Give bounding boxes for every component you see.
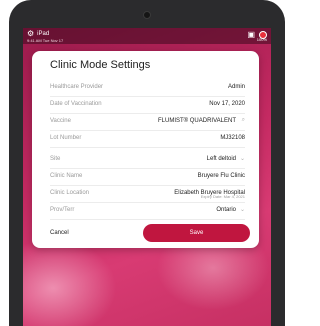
status-time: 9:41 AM Tue Nov 17 — [27, 38, 64, 43]
camera-icon[interactable]: ▣ — [247, 31, 255, 39]
row-vaccine[interactable]: Vaccine FLUMIST® QUADRIVALENT ⌕ — [50, 113, 245, 131]
search-icon[interactable]: ⌕ — [242, 117, 245, 124]
row-clinic-name[interactable]: Clinic Name Bruyere Flu Clinic — [50, 168, 245, 186]
row-value: MJ32108 — [220, 135, 245, 141]
row-value: Admin — [227, 84, 245, 90]
save-button[interactable]: Save — [143, 224, 250, 242]
gear-icon: ⚙ — [27, 29, 35, 38]
status-bar: ⚙ iPad 9:41 AM Tue Nov 17 ▣ 100% — [23, 28, 271, 44]
row-value: Ontario — [216, 207, 236, 213]
row-value: Elizabeth Bruyere Hospital — [174, 190, 245, 196]
row-site[interactable]: Site Left deltoid ⌄ — [50, 151, 245, 169]
front-camera — [143, 11, 151, 19]
row-label: Site — [50, 156, 61, 162]
row-label: Clinic Name — [50, 173, 83, 179]
row-lot-number[interactable]: Lot Number MJ32108 — [50, 130, 245, 147]
battery-status: 100% — [256, 37, 267, 42]
row-value: FLUMIST® QUADRIVALENT — [158, 118, 236, 124]
divider — [50, 147, 245, 148]
row-label: Healthcare Provider — [50, 84, 104, 90]
app-name: iPad — [37, 31, 50, 37]
row-label: Lot Number — [50, 135, 82, 141]
row-date-of-vaccination[interactable]: Date of Vaccination Nov 17, 2020 — [50, 96, 245, 114]
modal-title: Clinic Mode Settings — [50, 59, 151, 71]
row-label: Clinic Location — [50, 190, 90, 196]
row-clinic-location[interactable]: Clinic Location Elizabeth Bruyere Hospit… — [50, 185, 245, 203]
row-prov-terr[interactable]: Prov/Terr Ontario ⌄ — [50, 202, 245, 220]
row-label: Date of Vaccination — [50, 101, 102, 107]
row-value: Left deltoid — [206, 156, 236, 162]
row-value: Bruyere Flu Clinic — [197, 173, 245, 179]
row-value: Nov 17, 2020 — [209, 101, 245, 107]
chevron-down-icon[interactable]: ⌄ — [240, 206, 245, 213]
clinic-settings-modal: Clinic Mode Settings Healthcare Provider… — [32, 51, 259, 248]
cancel-button[interactable]: Cancel — [50, 230, 69, 236]
app-indicator: ⚙ iPad — [27, 30, 49, 38]
row-healthcare-provider[interactable]: Healthcare Provider Admin — [50, 79, 245, 97]
row-label: Vaccine — [50, 118, 71, 124]
chevron-down-icon[interactable]: ⌄ — [240, 155, 245, 162]
row-label: Prov/Terr — [50, 207, 75, 213]
